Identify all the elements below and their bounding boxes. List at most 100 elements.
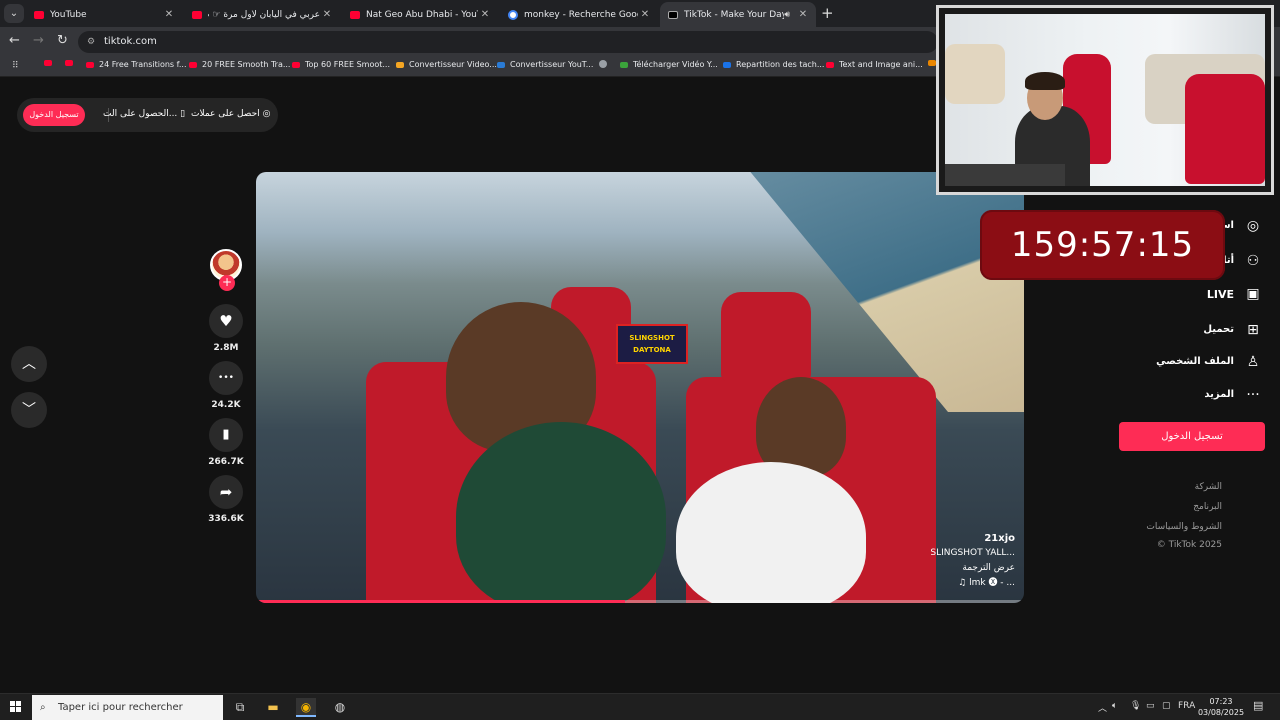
- youtube-icon: [44, 60, 52, 66]
- bookmark-item[interactable]: Convertisseur Video...: [396, 60, 497, 69]
- video-progress-bar[interactable]: [256, 600, 1024, 603]
- sidebar-login-button[interactable]: تسجيل الدخول: [1119, 422, 1265, 451]
- site-info-icon[interactable]: ⚙︎: [87, 31, 95, 53]
- save-count: 266.7K: [208, 457, 244, 467]
- video-scene-beach: [750, 172, 1024, 412]
- previous-video-button[interactable]: ︿: [11, 346, 47, 382]
- taskbar-search-input[interactable]: ⌕ Taper ici pour rechercher: [32, 695, 223, 720]
- footer-terms-link[interactable]: الشروط والسياسات: [1146, 522, 1222, 532]
- upload-icon[interactable]: ⊞: [1244, 321, 1262, 339]
- network-icon[interactable]: ▭: [1146, 701, 1155, 711]
- more-icon[interactable]: ···: [1244, 386, 1262, 404]
- chevron-up-icon: ︿: [22, 356, 36, 372]
- video-sound[interactable]: ♫ lmk 🅧 - ...: [865, 576, 1015, 591]
- close-icon[interactable]: ✕: [478, 9, 492, 20]
- share-icon: ➦: [219, 483, 233, 501]
- bookmark-item[interactable]: Télécharger Vidéo Y...: [620, 60, 718, 69]
- address-bar[interactable]: ⚙︎ tiktok.com: [78, 31, 938, 53]
- footer-company-link[interactable]: الشركة: [1195, 482, 1222, 492]
- bookmark-item[interactable]: [599, 60, 612, 68]
- youtube-icon: [350, 10, 360, 19]
- save-button[interactable]: ▮: [209, 418, 243, 452]
- bookmark-item[interactable]: Text and Image ani...: [826, 60, 923, 69]
- top-login-button[interactable]: تسجيل الدخول: [23, 104, 85, 126]
- tab-search-button[interactable]: ⌄: [4, 4, 24, 23]
- get-coins-link[interactable]: احصل على عملات ◎: [191, 109, 270, 119]
- microphone-icon[interactable]: 🎙︎: [1130, 701, 1141, 711]
- tab-title: YouTube: [50, 9, 87, 20]
- tab-youtube[interactable]: YouTube ✕: [26, 2, 182, 27]
- reload-icon[interactable]: ↻: [57, 33, 68, 48]
- file-explorer-icon[interactable]: ▬: [263, 698, 283, 717]
- bookmark-item[interactable]: 24 Free Transitions f...: [86, 60, 187, 69]
- bookmark-item[interactable]: 20 FREE Smooth Tra...: [189, 60, 290, 69]
- sidebar-item-more[interactable]: المزيد: [1204, 389, 1234, 400]
- video-scene-sign: SLINGSHOT DAYTONA: [616, 324, 688, 364]
- tab-google-monkey[interactable]: monkey - Recherche Google ✕: [500, 2, 658, 27]
- webcam-chair: [945, 44, 1005, 104]
- close-icon[interactable]: ✕: [638, 9, 652, 20]
- youtube-icon: [189, 61, 197, 68]
- phone-icon: ▯: [180, 109, 186, 119]
- bookmark-item[interactable]: [44, 60, 57, 66]
- video-player[interactable]: SLINGSHOT DAYTONA 21xjo SLINGSHOT YALL..…: [256, 172, 1024, 603]
- speaker-icon[interactable]: 🔊︎: [784, 10, 790, 20]
- converter-icon: [497, 61, 505, 68]
- chevron-down-icon: ﹀: [22, 402, 36, 418]
- apps-grid-icon[interactable]: ⠿: [12, 61, 22, 71]
- youtube-icon: [292, 61, 300, 68]
- task-view-icon[interactable]: ⧉: [230, 698, 250, 717]
- display-icon[interactable]: ▢: [1162, 701, 1171, 711]
- address-text: tiktok.com: [104, 36, 157, 47]
- tab-tiktok[interactable]: TikTok - Make Your Day 🔊︎ ✕: [660, 2, 816, 27]
- tab-arabic-video[interactable]: عربي في اليابان لأول مرة ☞ صد... ✕: [184, 2, 340, 27]
- volume-icon[interactable]: 🔈︎: [1112, 701, 1117, 711]
- share-button[interactable]: ➦: [209, 475, 243, 509]
- tray-chevron-up-icon[interactable]: ︿: [1098, 701, 1107, 714]
- footer-copyright: © TikTok 2025: [1156, 540, 1222, 550]
- close-icon[interactable]: ✕: [162, 9, 176, 20]
- chrome-icon[interactable]: ◉: [296, 698, 316, 717]
- windows-start-icon[interactable]: [10, 701, 22, 713]
- bookmark-item[interactable]: Top 60 FREE Smoot...: [292, 60, 390, 69]
- sidebar-item-live[interactable]: LIVE: [1207, 288, 1234, 301]
- new-tab-button[interactable]: +: [821, 4, 834, 22]
- next-video-button[interactable]: ﹀: [11, 392, 47, 428]
- document-icon: [723, 61, 731, 68]
- video-description: SLINGSHOT YALL...: [930, 548, 1015, 558]
- forward-arrow-icon[interactable]: →: [33, 33, 44, 48]
- compass-icon[interactable]: ◎: [1244, 217, 1262, 235]
- tab-nat-geo[interactable]: Nat Geo Abu Dhabi - YouTube ✕: [342, 2, 498, 27]
- taskbar: ⌕ Taper ici pour rechercher ⧉ ▬ ◉ ◍ ︿ 🔈︎…: [0, 693, 1280, 720]
- back-arrow-icon[interactable]: ←: [9, 33, 20, 48]
- live-icon[interactable]: ▣: [1244, 285, 1262, 303]
- obs-icon[interactable]: ◍: [330, 698, 350, 717]
- youtube-icon: [192, 10, 202, 19]
- webcam-feed: [945, 14, 1265, 186]
- clock-date: 03/08/2025: [1197, 708, 1245, 717]
- system-clock[interactable]: 07:23 03/08/2025: [1196, 696, 1246, 718]
- webcam-desk: [945, 164, 1065, 186]
- bookmark-item[interactable]: Convertisseur YouT...: [497, 60, 593, 69]
- footer-program-link[interactable]: البرنامج: [1193, 502, 1222, 512]
- sidebar-item-profile[interactable]: الملف الشخصي: [1156, 356, 1234, 367]
- close-icon[interactable]: ✕: [320, 9, 334, 20]
- like-button[interactable]: ♥: [209, 304, 243, 338]
- bookmark-item[interactable]: [65, 60, 78, 66]
- sidebar-item-upload[interactable]: تحميل: [1203, 324, 1234, 335]
- video-progress-fill: [256, 600, 625, 603]
- bookmark-icon: [928, 60, 936, 66]
- notification-icon[interactable]: ▤: [1253, 699, 1263, 712]
- user-plus-icon[interactable]: ⚇: [1244, 252, 1262, 270]
- profile-icon[interactable]: ♙: [1244, 353, 1262, 371]
- video-username[interactable]: 21xjo: [865, 531, 1015, 546]
- language-indicator[interactable]: FRA: [1178, 701, 1195, 711]
- top-actions-bar: تسجيل الدخول الحصول على الت... ▯ احصل عل…: [17, 98, 278, 132]
- bookmark-item[interactable]: Repartition des tach...: [723, 60, 824, 69]
- translate-link[interactable]: عرض الترجمة: [865, 561, 1015, 576]
- comment-button[interactable]: •••: [209, 361, 243, 395]
- follow-plus-icon[interactable]: +: [219, 275, 235, 291]
- close-icon[interactable]: ✕: [796, 9, 810, 20]
- get-app-link[interactable]: الحصول على الت... ▯: [103, 109, 185, 119]
- video-caption: 21xjo SLINGSHOT YALL... عرض الترجمة ♫ lm…: [865, 531, 1015, 591]
